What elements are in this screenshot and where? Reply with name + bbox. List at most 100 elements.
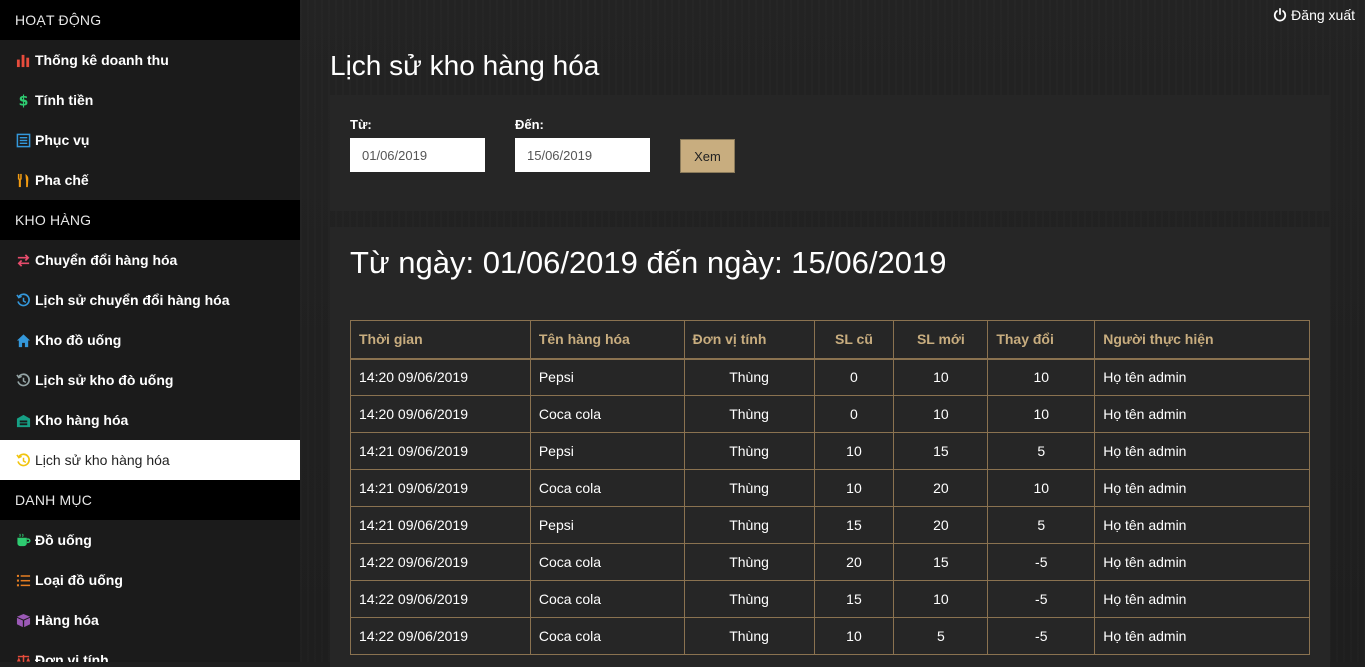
sidebar-item-phuc-vu[interactable]: Phục vụ — [0, 120, 300, 160]
table-cell-ten-hang-hoa: Coca cola — [529, 580, 685, 618]
table-cell-ten-hang-hoa: Coca cola — [529, 617, 685, 655]
list-ordered-icon — [15, 572, 31, 588]
table-cell-thoi-gian: 14:22 09/06/2019 — [350, 617, 531, 655]
table-cell-sl-cu: 10 — [813, 617, 895, 655]
table-cell-nguoi-thuc-hien: Họ tên admin — [1094, 506, 1310, 544]
column-header-nguoi-thuc-hien[interactable]: Người thực hiện — [1094, 320, 1310, 360]
table-cell-sl-moi: 15 — [893, 432, 989, 470]
column-header-thoi-gian[interactable]: Thời gian — [350, 320, 531, 360]
table-cell-thoi-gian: 14:22 09/06/2019 — [350, 580, 531, 618]
sidebar-item-thong-ke-doanh-thu[interactable]: Thống kê doanh thu — [0, 40, 300, 80]
table-row: 14:22 09/06/2019 Coca cola Thùng 10 5 -5 Họ tê… — [350, 617, 1310, 655]
table-cell-don-vi-tinh: Thùng — [683, 580, 815, 618]
sidebar-item-label: Thống kê doanh thu — [35, 52, 169, 68]
sidebar-item-label: Đồ uống — [35, 532, 92, 548]
table-cell-nguoi-thuc-hien: Họ tên admin — [1094, 469, 1310, 507]
table-cell-thay-doi: -5 — [987, 543, 1096, 581]
sidebar-item-label: Lịch sử kho đò uống — [35, 372, 174, 388]
sidebar-item-hang-hoa[interactable]: Hàng hóa — [0, 600, 300, 640]
from-label: Từ: — [350, 117, 372, 132]
table-cell-sl-cu: 20 — [813, 543, 895, 581]
to-label: Đến: — [515, 117, 544, 132]
table-cell-sl-moi: 20 — [893, 469, 989, 507]
box-icon — [15, 612, 31, 628]
sidebar-item-label: Loại đồ uống — [35, 572, 123, 588]
table-cell-thoi-gian: 14:20 09/06/2019 — [350, 395, 531, 433]
table-cell-sl-moi: 20 — [893, 506, 989, 544]
home-icon — [15, 332, 31, 348]
sidebar-item-label: Kho đồ uống — [35, 332, 122, 348]
sidebar-item-label: Pha chế — [35, 172, 89, 188]
table-cell-ten-hang-hoa: Pepsi — [529, 506, 685, 544]
logout-button[interactable]: Đăng xuất — [1273, 7, 1355, 23]
exchange-icon — [15, 252, 31, 268]
table-cell-ten-hang-hoa: Pepsi — [529, 358, 685, 396]
column-header-ten-hang-hoa[interactable]: Tên hàng hóa — [529, 320, 685, 360]
sidebar-item-label: Hàng hóa — [35, 612, 99, 628]
date-range-title: Từ ngày: 01/06/2019 đến ngày: 15/06/2019 — [350, 245, 947, 280]
table-header-row: Thời gian Tên hàng hóa Đơn vị tính SL cũ SL … — [350, 320, 1310, 360]
table-cell-thay-doi: 10 — [987, 469, 1096, 507]
table-cell-thoi-gian: 14:22 09/06/2019 — [350, 543, 531, 581]
table-cell-don-vi-tinh: Thùng — [683, 543, 815, 581]
table-cell-don-vi-tinh: Thùng — [683, 506, 815, 544]
sidebar-section-header: KHO HÀNG — [0, 200, 300, 240]
table-cell-sl-moi: 5 — [893, 617, 989, 655]
sidebar-item-label: Kho hàng hóa — [35, 412, 129, 428]
sidebar-item-label: Chuyển đổi hàng hóa — [35, 252, 178, 268]
logout-label: Đăng xuất — [1291, 7, 1355, 23]
from-date-input[interactable] — [350, 138, 485, 172]
sidebar-item-label: Lịch sử chuyển đổi hàng hóa — [35, 292, 230, 308]
to-date-input[interactable] — [515, 138, 650, 172]
table-row: 14:21 09/06/2019 Pepsi Thùng 15 20 5 Họ tên ad… — [350, 506, 1310, 544]
column-header-thay-doi[interactable]: Thay đổi — [987, 320, 1096, 360]
history-icon — [15, 452, 31, 468]
sidebar-item-kho-do-uong[interactable]: Kho đồ uống — [0, 320, 300, 360]
table-cell-sl-moi: 15 — [893, 543, 989, 581]
table-cell-sl-moi: 10 — [893, 580, 989, 618]
table-cell-sl-cu: 10 — [813, 469, 895, 507]
table-row: 14:22 09/06/2019 Coca cola Thùng 20 15 -5 Họ t… — [350, 543, 1310, 581]
sidebar-item-loai-do-uong[interactable]: Loại đồ uống — [0, 560, 300, 600]
bar-chart-icon — [15, 52, 31, 68]
column-header-don-vi-tinh[interactable]: Đơn vị tính — [683, 320, 815, 360]
history-table: Thời gian Tên hàng hóa Đơn vị tính SL cũ SL … — [350, 320, 1310, 655]
sidebar-item-chuyen-doi-hang-hoa[interactable]: Chuyển đổi hàng hóa — [0, 240, 300, 280]
table-cell-thay-doi: -5 — [987, 580, 1096, 618]
history-icon — [15, 292, 31, 308]
sidebar-item-label: Phục vụ — [35, 132, 90, 148]
sidebar-section-header: DANH MỤC — [0, 480, 300, 520]
table-cell-thoi-gian: 14:21 09/06/2019 — [350, 432, 531, 470]
table-cell-nguoi-thuc-hien: Họ tên admin — [1094, 432, 1310, 470]
table-cell-don-vi-tinh: Thùng — [683, 395, 815, 433]
view-button[interactable]: Xem — [680, 139, 735, 173]
scale-icon — [15, 652, 31, 662]
table-cell-thoi-gian: 14:20 09/06/2019 — [350, 358, 531, 396]
column-header-sl-cu[interactable]: SL cũ — [813, 320, 895, 360]
page-title: Lịch sử kho hàng hóa — [330, 50, 600, 81]
sidebar-item-tinh-tien[interactable]: $ Tính tiền — [0, 80, 300, 120]
sidebar-item-label: Đơn vị tính — [35, 652, 109, 662]
sidebar-item-lich-su-kho-hang-hoa[interactable]: Lịch sử kho hàng hóa — [0, 440, 300, 480]
table-cell-thay-doi: 5 — [987, 506, 1096, 544]
table-cell-thay-doi: 10 — [987, 395, 1096, 433]
table-cell-sl-cu: 10 — [813, 432, 895, 470]
table-cell-nguoi-thuc-hien: Họ tên admin — [1094, 617, 1310, 655]
table-cell-nguoi-thuc-hien: Họ tên admin — [1094, 543, 1310, 581]
sidebar-item-lich-su-kho-do-uong[interactable]: Lịch sử kho đò uống — [0, 360, 300, 400]
sidebar-item-label: Lịch sử kho hàng hóa — [35, 452, 170, 468]
table-cell-don-vi-tinh: Thùng — [683, 358, 815, 396]
column-header-sl-moi[interactable]: SL mới — [893, 320, 989, 360]
sidebar-item-don-vi-tinh[interactable]: Đơn vị tính — [0, 640, 300, 662]
result-panel: Từ ngày: 01/06/2019 đến ngày: 15/06/2019… — [330, 227, 1330, 667]
sidebar-item-pha-che[interactable]: Pha chế — [0, 160, 300, 200]
dollar-icon: $ — [15, 92, 31, 108]
history-icon — [15, 372, 31, 388]
sidebar-item-do-uong[interactable]: Đồ uống — [0, 520, 300, 560]
table-cell-ten-hang-hoa: Coca cola — [529, 543, 685, 581]
table-cell-sl-cu: 0 — [813, 395, 895, 433]
table-body: 14:20 09/06/2019 Pepsi Thùng 0 10 10 Họ tên ad… — [350, 358, 1310, 655]
table-cell-sl-moi: 10 — [893, 395, 989, 433]
sidebar-item-kho-hang-hoa[interactable]: Kho hàng hóa — [0, 400, 300, 440]
sidebar-item-lich-su-chuyen-doi-hang-hoa[interactable]: Lịch sử chuyển đổi hàng hóa — [0, 280, 300, 320]
